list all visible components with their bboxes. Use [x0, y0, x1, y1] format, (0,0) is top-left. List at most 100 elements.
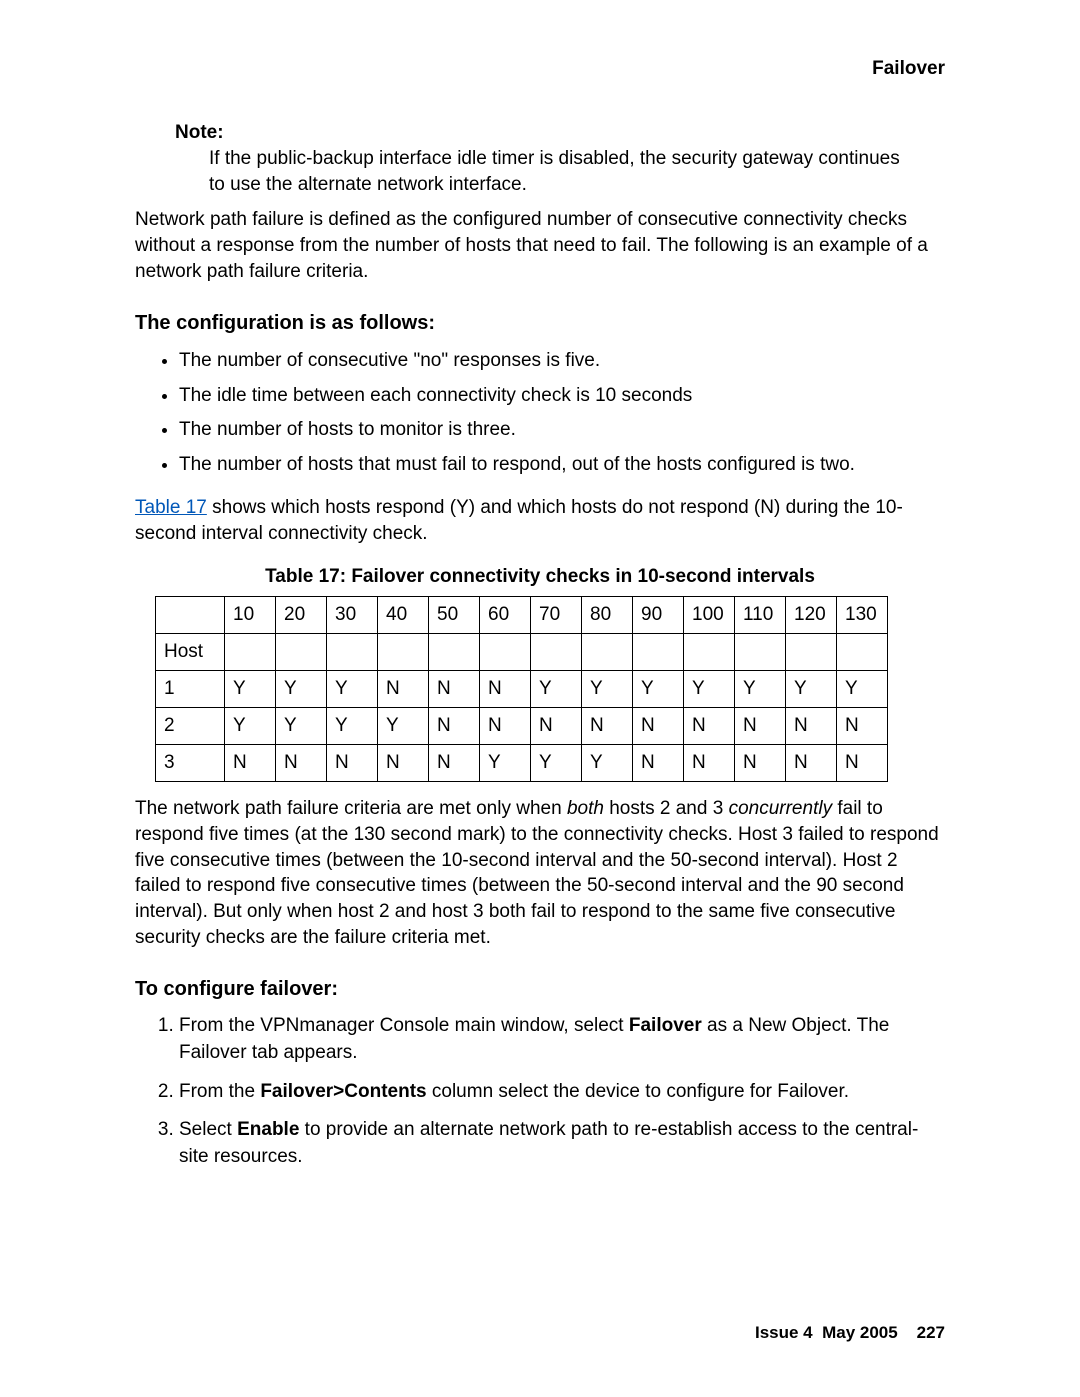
table-row: 1 Y Y Y N N N Y Y Y Y Y Y Y: [156, 671, 888, 708]
table-cell: [327, 634, 378, 671]
table-cell: N: [684, 708, 735, 745]
table-cell: Y: [786, 671, 837, 708]
table-cell: 100: [684, 597, 735, 634]
table-cell: [378, 634, 429, 671]
table-caption: Table 17: Failover connectivity checks i…: [135, 566, 945, 588]
list-item: The number of hosts to monitor is three.: [179, 416, 945, 445]
table-cell: N: [633, 745, 684, 782]
table-cell: 30: [327, 597, 378, 634]
table-cell: Y: [276, 708, 327, 745]
text-run: From the VPNmanager Console main window,…: [179, 1015, 629, 1036]
table-ref-paragraph: Table 17 shows which hosts respond (Y) a…: [135, 495, 945, 546]
table-cell: 1: [156, 671, 225, 708]
config-bullet-list: The number of consecutive "no" responses…: [135, 347, 945, 479]
text-run-italic: both: [567, 798, 604, 819]
table-cell: N: [735, 708, 786, 745]
table-cell: N: [684, 745, 735, 782]
table-cell: Host: [156, 634, 225, 671]
table-cell: 80: [582, 597, 633, 634]
text-run-bold: Enable: [237, 1119, 299, 1140]
table-cell: [684, 634, 735, 671]
table-row: 3 N N N N N Y Y Y N N N N N: [156, 745, 888, 782]
table-cell: [531, 634, 582, 671]
table-cell: 10: [225, 597, 276, 634]
table-cell: 40: [378, 597, 429, 634]
table-cell: [735, 634, 786, 671]
table-cell: 20: [276, 597, 327, 634]
table-cell: Y: [531, 745, 582, 782]
note-label: Note:: [175, 122, 945, 144]
table-cell: Y: [327, 671, 378, 708]
list-item: From the Failover>Contents column select…: [179, 1079, 945, 1106]
list-item: The number of hosts that must fail to re…: [179, 451, 945, 480]
table-cell: N: [837, 745, 888, 782]
table-cell: N: [429, 708, 480, 745]
table-cell: [225, 634, 276, 671]
table-cell: N: [378, 671, 429, 708]
table-cell: Y: [735, 671, 786, 708]
table-cell: 130: [837, 597, 888, 634]
table-cell: Y: [276, 671, 327, 708]
footer-page: 227: [917, 1323, 945, 1342]
table-cell: 2: [156, 708, 225, 745]
table-cell: Y: [480, 745, 531, 782]
table-cell: N: [429, 745, 480, 782]
page: Failover Note: If the public-backup inte…: [0, 0, 1080, 1397]
table-cell: Y: [633, 671, 684, 708]
config-heading: The configuration is as follows:: [135, 312, 945, 335]
table-cell: N: [786, 708, 837, 745]
text-run: column select the device to configure fo…: [427, 1081, 849, 1102]
table-cell: N: [225, 745, 276, 782]
text-run-bold: Failover>Contents: [260, 1081, 426, 1102]
table-17-link[interactable]: Table 17: [135, 497, 207, 518]
list-item: The number of consecutive "no" responses…: [179, 347, 945, 376]
table-ref-rest: shows which hosts respond (Y) and which …: [135, 497, 903, 544]
table-row: 2 Y Y Y Y N N N N N N N N N: [156, 708, 888, 745]
list-item: Select Enable to provide an alternate ne…: [179, 1117, 945, 1170]
table-cell: 3: [156, 745, 225, 782]
table-cell: [156, 597, 225, 634]
table-cell: N: [786, 745, 837, 782]
intro-paragraph: Network path failure is defined as the c…: [135, 207, 945, 284]
table-cell: 120: [786, 597, 837, 634]
text-run-italic: concurrently: [729, 798, 833, 819]
table-cell: Y: [582, 745, 633, 782]
text-run: The network path failure criteria are me…: [135, 798, 567, 819]
table-cell: [582, 634, 633, 671]
table-cell: Y: [582, 671, 633, 708]
text-run-bold: Failover: [629, 1015, 702, 1036]
table-cell: N: [480, 708, 531, 745]
table-cell: 50: [429, 597, 480, 634]
note-body: If the public-backup interface idle time…: [209, 146, 905, 197]
table-cell: [837, 634, 888, 671]
table-cell: N: [276, 745, 327, 782]
text-run: Select: [179, 1119, 237, 1140]
table-cell: Y: [378, 708, 429, 745]
table-cell: 70: [531, 597, 582, 634]
table-cell: Y: [684, 671, 735, 708]
table-cell: Y: [225, 671, 276, 708]
table-cell: N: [582, 708, 633, 745]
table-cell: N: [429, 671, 480, 708]
footer-issue: Issue 4: [755, 1323, 813, 1342]
table-cell: Y: [837, 671, 888, 708]
table-cell: N: [735, 745, 786, 782]
table-cell: N: [327, 745, 378, 782]
failover-table: 10 20 30 40 50 60 70 80 90 100 110 120 1…: [155, 596, 888, 782]
table-cell: [480, 634, 531, 671]
text-run: fail to respond five times (at the 130 s…: [135, 798, 939, 947]
table-cell: 110: [735, 597, 786, 634]
table-cell: [786, 634, 837, 671]
table-cell: N: [378, 745, 429, 782]
list-item: From the VPNmanager Console main window,…: [179, 1013, 945, 1066]
table-cell: Y: [225, 708, 276, 745]
table-cell: N: [633, 708, 684, 745]
page-header-title: Failover: [135, 58, 945, 80]
table-cell: [633, 634, 684, 671]
table-row: 10 20 30 40 50 60 70 80 90 100 110 120 1…: [156, 597, 888, 634]
table-cell: 60: [480, 597, 531, 634]
table-cell: [429, 634, 480, 671]
configure-steps: From the VPNmanager Console main window,…: [135, 1013, 945, 1170]
list-item: The idle time between each connectivity …: [179, 382, 945, 411]
table-cell: N: [531, 708, 582, 745]
